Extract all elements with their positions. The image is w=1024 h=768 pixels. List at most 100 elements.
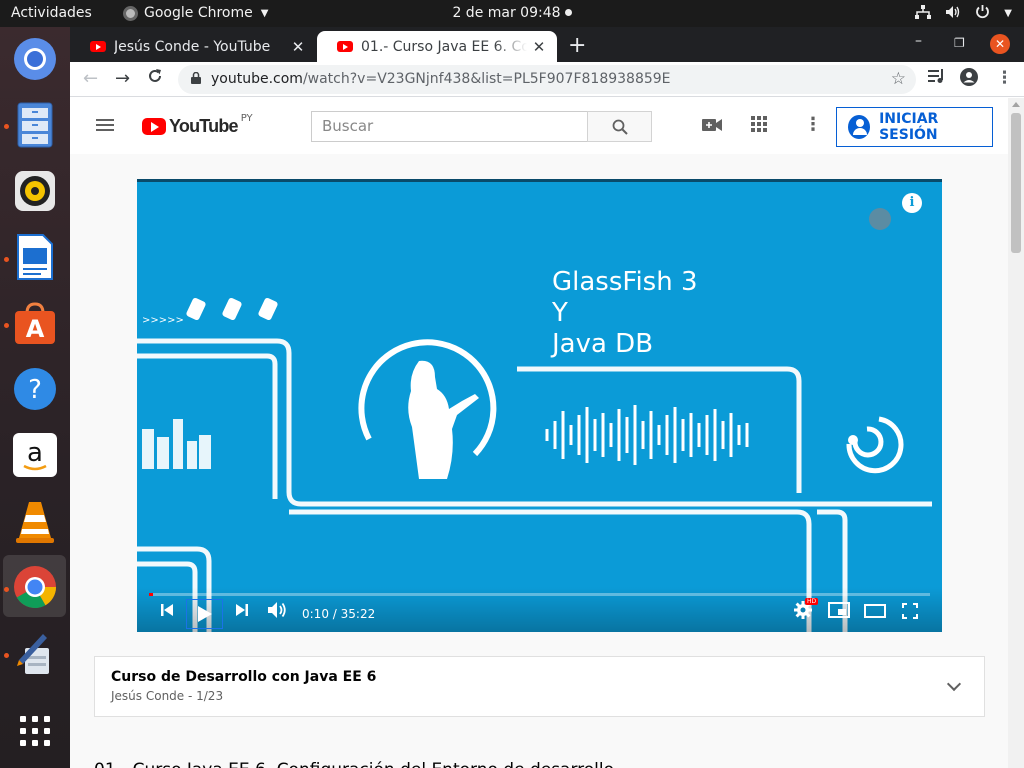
miniplayer-button[interactable]	[828, 602, 850, 622]
address-bar[interactable]: youtube.com/watch?v=V23GNjnf438&list=PL5…	[178, 65, 916, 94]
playlist-panel[interactable]: Curso de Desarrollo con Java EE 6 Jesús …	[94, 656, 985, 717]
create-video-icon[interactable]	[702, 116, 722, 137]
video-time: 0:10 / 35:22	[302, 607, 376, 621]
speaker-icon	[15, 171, 55, 211]
dock: A ? a	[0, 27, 70, 768]
chromium-icon	[14, 38, 56, 80]
play-button[interactable]	[186, 599, 223, 629]
chrome-icon	[14, 566, 57, 609]
scrollbar-thumb[interactable]	[1011, 113, 1021, 253]
paint-tool-icon	[17, 634, 49, 674]
video-overlay-title: GlassFish 3 Y Java DB	[552, 267, 698, 360]
minimize-window-button[interactable]: –	[915, 33, 922, 49]
sign-in-button[interactable]: INICIAR SESIÓN	[836, 107, 993, 147]
url-text: youtube.com/watch?v=V23GNjnf438&list=PL5…	[211, 71, 671, 87]
tab-strip: Jesús Conde - YouTube ✕ 01.- Curso Java …	[70, 27, 1024, 62]
network-icon	[915, 4, 932, 23]
youtube-page: YouTube PY Buscar ⋮ INICIAR SESIÓN >>>>>…	[70, 98, 1024, 768]
theater-mode-button[interactable]	[864, 603, 886, 622]
notification-dot	[564, 9, 572, 16]
volume-icon	[268, 602, 286, 618]
system-tray[interactable]: ▼	[915, 4, 1012, 23]
svg-text:A: A	[26, 315, 45, 343]
mute-button[interactable]	[267, 601, 287, 623]
show-applications-button[interactable]	[11, 707, 59, 755]
youtube-favicon-icon	[90, 41, 106, 52]
search-placeholder: Buscar	[322, 117, 374, 135]
media-queue-icon[interactable]	[928, 68, 946, 89]
back-button[interactable]: ←	[83, 68, 98, 89]
settings-menu-icon[interactable]: ⋮	[804, 114, 822, 135]
writer-launcher[interactable]	[11, 233, 59, 281]
chevron-down-icon[interactable]	[946, 676, 962, 692]
power-icon	[975, 4, 990, 23]
help-launcher[interactable]: ?	[11, 365, 59, 413]
url-path: /watch?v=V23GNjnf438&list=PL5F907F818938…	[302, 71, 671, 87]
search-button[interactable]	[587, 111, 652, 142]
youtube-play-logo-icon	[142, 118, 166, 135]
chrome-menu-icon[interactable]: ⋮	[996, 68, 1013, 88]
software-center-launcher[interactable]: A	[11, 299, 59, 347]
video-player[interactable]: >>>>> GlassFish 3 Y Java DB i 0:10 / 35:…	[137, 179, 942, 632]
clock-label: 2 de mar 09:48	[452, 5, 561, 21]
gnome-top-bar: Actividades Google Chrome ▼ 2 de mar 09:…	[0, 0, 1024, 27]
tab-curso-java-ee6[interactable]: 01.- Curso Java EE 6. Configuración ✕	[317, 31, 557, 62]
reload-button[interactable]	[147, 68, 163, 89]
clock[interactable]: 2 de mar 09:48	[0, 5, 1024, 21]
url-host: youtube.com	[211, 71, 303, 87]
miniplayer-icon	[828, 602, 850, 618]
overlay-title-line: Y	[552, 298, 568, 328]
amazon-launcher[interactable]: a	[11, 431, 59, 479]
shopping-bag-icon: A	[15, 302, 55, 344]
page-scrollbar[interactable]	[1008, 98, 1024, 768]
volume-icon	[945, 5, 961, 23]
tab-title: 01.- Curso Java EE 6. Configuración	[361, 38, 527, 55]
bookmark-star-icon[interactable]: ☆	[891, 69, 906, 89]
next-video-button[interactable]	[234, 602, 250, 622]
overlay-title-line: GlassFish 3	[552, 267, 698, 297]
vlc-launcher[interactable]	[11, 497, 59, 545]
duration: 35:22	[340, 607, 376, 621]
chrome-launcher[interactable]	[11, 563, 59, 611]
file-cabinet-icon	[17, 102, 53, 148]
close-tab-icon[interactable]: ✕	[286, 38, 310, 56]
video-frame-illustration: >>>>>	[137, 179, 942, 632]
current-time: 0:10	[302, 607, 329, 621]
search-input[interactable]: Buscar	[311, 111, 588, 142]
hamburger-menu-icon[interactable]	[96, 119, 114, 131]
youtube-logo[interactable]: YouTube PY	[142, 113, 253, 137]
running-indicator	[4, 124, 9, 129]
file-cabinet-launcher[interactable]	[11, 101, 59, 149]
fullscreen-button[interactable]	[902, 603, 918, 623]
profile-avatar-icon[interactable]	[960, 68, 978, 91]
document-writer-icon	[17, 234, 53, 280]
sign-in-label: INICIAR SESIÓN	[879, 111, 939, 143]
fullscreen-icon	[902, 603, 918, 619]
rhythmbox-launcher[interactable]	[11, 167, 59, 215]
progress-fill	[149, 593, 153, 596]
running-indicator	[4, 653, 9, 658]
overlay-title-line: Java DB	[552, 329, 654, 359]
chromium-launcher[interactable]	[11, 35, 59, 83]
new-tab-button[interactable]: +	[568, 33, 586, 58]
video-title: 01.- Curso Java EE 6. Configuración del …	[94, 760, 614, 768]
scroll-up-arrow-icon[interactable]	[1012, 102, 1020, 107]
playlist-title[interactable]: Curso de Desarrollo con Java EE 6	[111, 669, 376, 685]
texstudio-launcher[interactable]	[11, 629, 59, 677]
close-window-button[interactable]: ✕	[990, 34, 1010, 54]
video-info-button[interactable]: i	[902, 193, 922, 213]
tab-jesus-conde-youtube[interactable]: Jesús Conde - YouTube ✕	[70, 31, 316, 62]
play-icon	[198, 606, 212, 622]
restore-window-button[interactable]: ❐	[954, 36, 965, 50]
video-progress-bar[interactable]	[149, 593, 930, 596]
apps-grid-icon[interactable]	[751, 116, 767, 137]
hd-badge: HD	[805, 598, 819, 605]
close-tab-icon[interactable]: ✕	[527, 38, 551, 56]
chrome-window: Jesús Conde - YouTube ✕ 01.- Curso Java …	[70, 27, 1024, 768]
running-indicator	[4, 257, 9, 262]
reload-icon	[149, 69, 161, 82]
forward-button[interactable]: →	[115, 68, 130, 89]
youtube-header: YouTube PY Buscar ⋮ INICIAR SESIÓN	[70, 98, 1008, 154]
previous-video-button[interactable]	[159, 602, 175, 622]
tab-title: Jesús Conde - YouTube	[114, 38, 271, 55]
